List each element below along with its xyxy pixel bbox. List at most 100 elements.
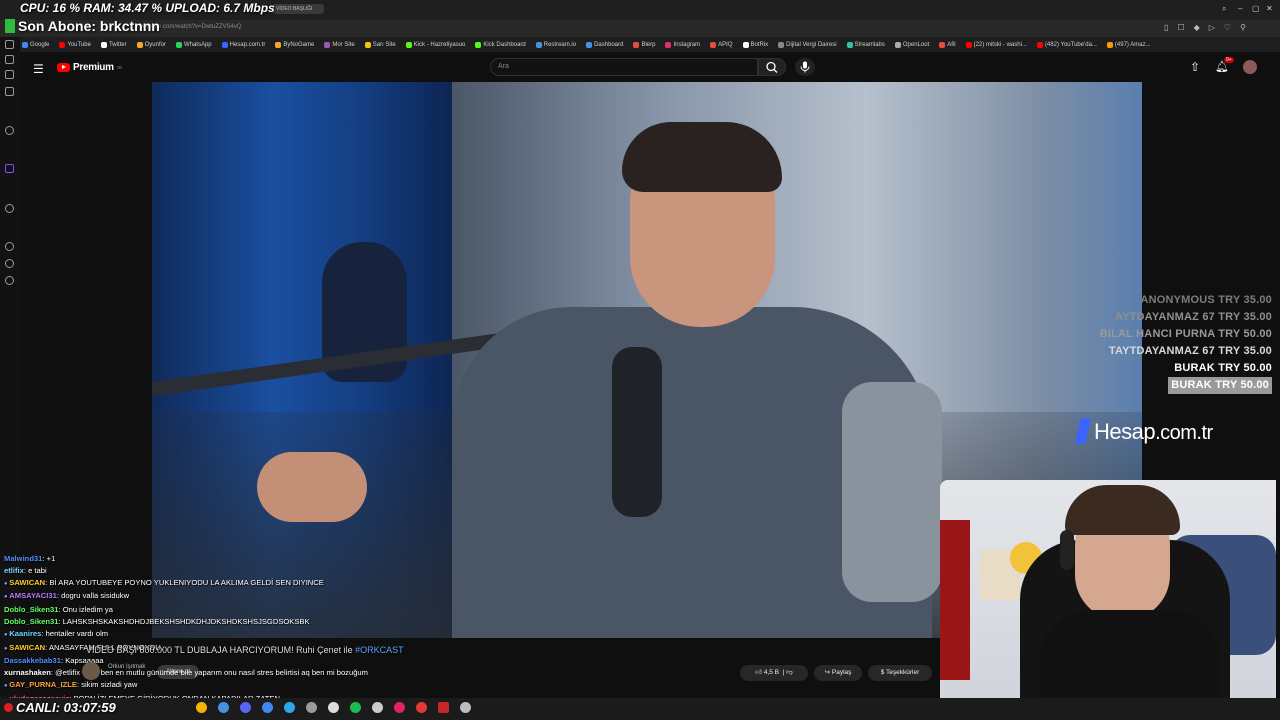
share-button[interactable]: ↪ Paylaş	[814, 665, 862, 681]
sidebar-icon-7[interactable]	[5, 259, 14, 268]
channel-avatar[interactable]	[82, 662, 100, 680]
avatar[interactable]	[1243, 60, 1257, 74]
bookmark-item[interactable]: OpenLoot	[894, 41, 930, 48]
bookmark-item[interactable]: Dijital Vergi Dairesi	[778, 41, 837, 48]
obs-icon[interactable]	[328, 702, 339, 713]
bookmark-item[interactable]: (482) YouTube'da...	[1036, 41, 1097, 48]
bookmark-favicon-icon	[710, 41, 717, 48]
telegram-icon[interactable]	[284, 702, 295, 713]
voice-search-button[interactable]	[795, 58, 815, 76]
sidebar-icon-2[interactable]	[5, 55, 14, 64]
maximize-icon[interactable]: ▢	[1252, 4, 1260, 13]
files-icon[interactable]	[218, 702, 229, 713]
chat-text: hentailer vardı olm	[45, 628, 109, 638]
live-timer: CANLI: 03:07:59	[4, 700, 116, 715]
chat-text: @etlifix olum ben en mutlu günümde bile …	[55, 668, 368, 678]
close-icon[interactable]: ✕	[1266, 4, 1273, 13]
subscribe-button[interactable]: Abone ol	[157, 665, 199, 679]
bookmark-item[interactable]: Oyunfor	[136, 41, 166, 48]
twitch-icon[interactable]	[5, 164, 14, 173]
sidebar-icon-1[interactable]	[5, 40, 14, 49]
bookmark-item[interactable]: WhatsApp	[175, 41, 212, 48]
hesap-logo-icon	[1075, 418, 1091, 444]
thanks-button[interactable]: $ Teşekkürler	[868, 665, 932, 681]
sidebar-icon-4[interactable]	[5, 87, 14, 96]
chat-username[interactable]: etlifix	[4, 566, 24, 575]
extension-icon[interactable]: ▯	[1164, 23, 1168, 32]
thanks-icon: $	[880, 669, 885, 676]
chat-username[interactable]: GAY_PURNA_IZLE	[9, 680, 77, 689]
spotify-icon[interactable]	[350, 702, 361, 713]
bookmark-item[interactable]: Hesap.com.tr	[221, 41, 265, 48]
youtube-logo[interactable]: Premium TR	[57, 62, 122, 73]
chat-username[interactable]: Doblo_Siken31	[4, 605, 58, 614]
pin-icon[interactable]: ⚲	[1240, 23, 1246, 32]
bookmark-item[interactable]: Google	[22, 41, 49, 48]
history-icon[interactable]	[5, 242, 14, 251]
app-icon[interactable]	[372, 702, 383, 713]
bookmark-page-icon[interactable]: ☐	[1177, 23, 1184, 32]
headset-icon	[1060, 530, 1074, 570]
chat-username[interactable]: Kaanires	[9, 629, 41, 638]
bookmark-item[interactable]: YouTube	[59, 41, 91, 48]
docs-icon[interactable]	[262, 702, 273, 713]
bookmark-item[interactable]: Blerp	[633, 41, 656, 48]
upload-icon[interactable]: ⇧	[1190, 60, 1200, 74]
bookmark-item[interactable]: Restream.io	[535, 41, 576, 48]
bookmark-favicon-icon	[324, 41, 331, 48]
bookmark-item[interactable]: BotRix	[742, 41, 768, 48]
play-icon[interactable]: ▷	[1209, 23, 1215, 32]
bookmark-favicon-icon	[221, 41, 228, 48]
bookmark-item[interactable]: Streamlabs	[846, 41, 885, 48]
shield-icon[interactable]: ◆	[1194, 23, 1200, 32]
sidebar-icon-5[interactable]	[5, 126, 14, 135]
search-button[interactable]	[758, 58, 786, 76]
bookmark-favicon-icon	[778, 41, 785, 48]
bookmark-label: OpenLoot	[902, 41, 930, 48]
bookmark-favicon-icon	[175, 41, 182, 48]
chat-username[interactable]: SAWICAN	[9, 643, 45, 652]
active-app-icon[interactable]	[438, 702, 449, 713]
menu-icon[interactable]: ☰	[33, 62, 44, 76]
red-app-2-icon[interactable]	[416, 702, 427, 713]
bookmark-item[interactable]: Mor Site	[324, 41, 355, 48]
bookmark-item[interactable]: ByNoGame	[275, 41, 314, 48]
chat-username[interactable]: xurnashaken	[4, 668, 51, 677]
chrome-icon[interactable]	[196, 702, 207, 713]
bookmark-item[interactable]: Kick - Hazretiyasuo	[405, 41, 465, 48]
bookmark-item[interactable]: (22) mitski - washi...	[965, 41, 1027, 48]
bookmark-item[interactable]: (497) Amaz...	[1106, 41, 1151, 48]
chat-username[interactable]: SAWICAN	[9, 578, 45, 587]
bookmark-item[interactable]: Twitter	[100, 41, 127, 48]
bookmark-item[interactable]: Dashboard	[586, 41, 623, 48]
pin-icon[interactable]	[306, 702, 317, 713]
settings-icon[interactable]	[460, 702, 471, 713]
search-input[interactable]: Ara	[490, 58, 758, 76]
bookmark-item[interactable]: Afil	[939, 41, 956, 48]
settings-icon[interactable]	[5, 276, 14, 285]
browser-tab[interactable]: VİDEO BAŞLIĞI	[272, 4, 324, 14]
bookmark-item[interactable]: Sarı Site	[364, 41, 396, 48]
like-icon[interactable]: 👍︎	[755, 669, 762, 676]
chat-username[interactable]: Dassakkebab31	[4, 656, 61, 665]
sidebar-icon-3[interactable]	[5, 70, 14, 79]
red-app-icon[interactable]	[394, 702, 405, 713]
chat-username[interactable]: AMSAYACI31	[9, 591, 57, 600]
dislike-icon[interactable]: 👎︎	[786, 669, 793, 676]
chat-username[interactable]: Doblo_Siken31	[4, 617, 58, 626]
donation-amount: TRY 50.00	[1218, 328, 1272, 340]
search-tabs-icon[interactable]: ⌕	[1222, 4, 1226, 14]
chat-username[interactable]: Malwind31	[4, 554, 42, 563]
sidebar-icon-6[interactable]	[5, 204, 14, 213]
discord-icon[interactable]	[240, 702, 251, 713]
donation-item: BURAK TRY 50.00	[1168, 377, 1272, 394]
donation-name: TAYTDAYANMAZ 67	[1108, 345, 1219, 357]
bookmark-label: Blerp	[641, 41, 656, 48]
bookmark-item[interactable]: APIQ	[710, 41, 733, 48]
bookmark-label: WhatsApp	[183, 41, 212, 48]
bookmark-item[interactable]: Instagram	[665, 41, 700, 48]
like-dislike-group: 👍︎ 4,5 B | 👎︎	[740, 665, 808, 681]
minimize-icon[interactable]: –	[1238, 4, 1242, 13]
heart-icon[interactable]: ♡	[1224, 23, 1231, 32]
bookmark-item[interactable]: Kick Dashboard	[475, 41, 526, 48]
